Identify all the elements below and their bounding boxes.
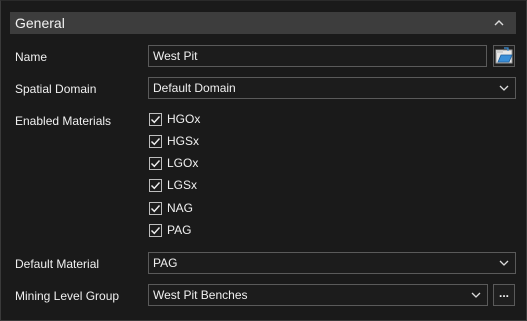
section-title: General [15,15,65,31]
default-material-select[interactable]: PAG [148,252,516,274]
properties-panel: General Name West Pit Spatial Domain Def… [0,0,527,321]
chevron-down-icon [499,85,509,91]
checkbox-label: NAG [167,201,194,215]
browse-button[interactable]: ... [493,284,515,306]
name-value: West Pit [153,49,198,63]
checkbox-label: LGSx [167,178,198,192]
checkbox[interactable] [149,179,162,192]
enabled-materials-label: Enabled Materials [15,114,112,128]
checkbox[interactable] [149,224,162,237]
check-icon [151,182,161,190]
default-material-label: Default Material [15,257,100,271]
checkbox-label: HGOx [167,112,201,126]
checkbox-label: HGSx [167,134,200,148]
check-icon [151,205,161,213]
spatial-domain-select[interactable]: Default Domain [148,77,516,99]
general-section-header[interactable]: General [10,12,516,34]
checkbox[interactable] [149,157,162,170]
chevron-down-icon [471,292,481,298]
check-icon [151,227,161,235]
checkbox-label: PAG [167,223,192,237]
check-icon [151,138,161,146]
check-icon [151,160,161,168]
name-label: Name [15,50,48,64]
check-icon [151,116,161,124]
checkbox[interactable] [149,113,162,126]
checkbox[interactable] [149,202,162,215]
default-material-value: PAG [153,256,178,270]
chevron-down-icon [499,260,509,266]
mining-level-group-value: West Pit Benches [153,288,248,302]
name-input[interactable]: West Pit [148,45,487,67]
checkbox-label: LGOx [167,156,199,170]
checkbox[interactable] [149,135,162,148]
mining-level-group-label: Mining Level Group [15,289,120,303]
spatial-domain-label: Spatial Domain [15,82,97,96]
spatial-domain-value: Default Domain [153,81,236,95]
chevron-up-icon[interactable] [492,16,506,30]
open-folder-icon [495,47,513,64]
mining-level-group-select[interactable]: West Pit Benches [148,284,488,306]
browse-label: ... [498,286,509,300]
open-folder-button[interactable] [493,45,515,67]
